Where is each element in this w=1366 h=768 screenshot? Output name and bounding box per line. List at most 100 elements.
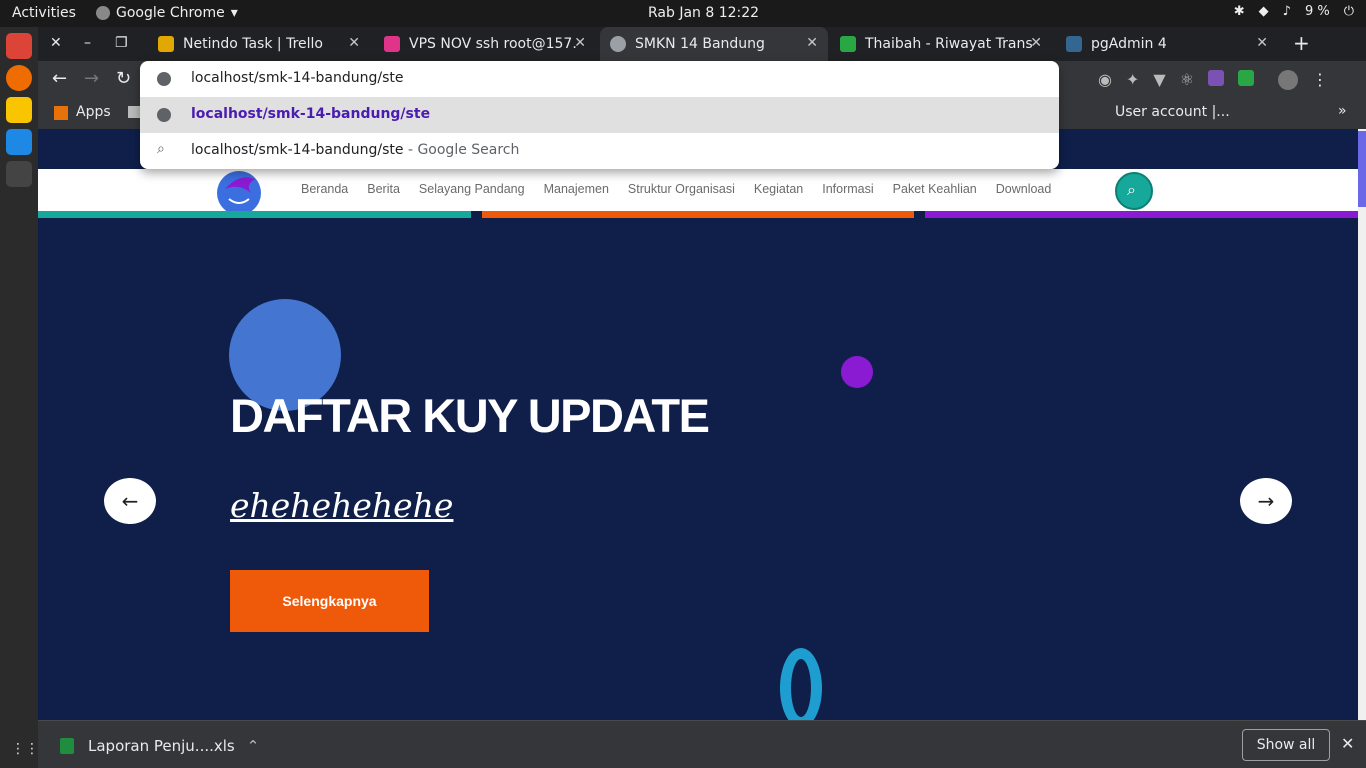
suggestion-search[interactable]: ⌕ localhost/smk-14-bandung/ste - Google … — [140, 133, 1059, 169]
tab-vps[interactable]: VPS NOV ssh root@157. ✕ — [374, 27, 596, 61]
tab-title: pgAdmin 4 — [1091, 36, 1167, 52]
tab-smkn14[interactable]: SMKN 14 Bandung ✕ — [600, 27, 828, 61]
minimize-window-icon[interactable]: – — [84, 35, 91, 51]
show-all-button[interactable]: Show all — [1242, 729, 1330, 761]
bootstrap-icon[interactable] — [1208, 70, 1225, 86]
lightbulb-dock-icon[interactable] — [6, 97, 32, 123]
search-icon: ⌕ — [157, 141, 165, 157]
tab-pgadmin[interactable]: pgAdmin 4 ✕ — [1056, 27, 1278, 61]
suggestion-suffix: - Google Search — [403, 142, 520, 158]
decorative-ring — [780, 648, 822, 720]
nav-paket-keahlian[interactable]: Paket Keahlian — [893, 182, 977, 196]
app-menu[interactable]: Google Chrome ▾ — [96, 5, 238, 21]
nav-kegiatan[interactable]: Kegiatan — [754, 182, 803, 196]
app-name: Google Chrome — [116, 5, 225, 21]
tab-thaibah[interactable]: Thaibah - Riwayat Trans ✕ — [830, 27, 1052, 61]
close-tab-icon[interactable]: ✕ — [1030, 35, 1042, 51]
tab-trello[interactable]: Netindo Task | Trello ✕ — [148, 27, 370, 61]
site-header: Beranda Berita Selayang Pandang Manajeme… — [38, 169, 1358, 211]
search-icon: ⌕ — [1127, 180, 1136, 199]
site-search-button[interactable]: ⌕ — [1115, 172, 1153, 210]
gear-icon[interactable]: ✦ — [1126, 70, 1139, 90]
close-icon[interactable]: ✕ — [1341, 734, 1354, 753]
stripe-purple — [925, 211, 1358, 218]
chevron-right-icon[interactable]: » — [1338, 103, 1347, 119]
network-icon: ◆ — [1258, 4, 1269, 19]
nav-download[interactable]: Download — [996, 182, 1052, 196]
download-filename: Laporan Penju....xls — [88, 737, 235, 755]
chrome-dock-icon[interactable] — [6, 33, 32, 59]
suggestion-text: localhost/smk-14-bandung/ste — [191, 142, 404, 158]
tab-title: Netindo Task | Trello — [183, 36, 323, 52]
avatar[interactable] — [1278, 70, 1299, 90]
scrollbar-thumb[interactable] — [1358, 131, 1366, 207]
close-tab-icon[interactable]: ✕ — [574, 35, 586, 51]
camera-icon[interactable]: ◉ — [1098, 70, 1112, 90]
terminal-dock-icon[interactable] — [6, 161, 32, 187]
hero-title: DAFTAR KUY UPDATE — [230, 389, 710, 442]
close-tab-icon[interactable]: ✕ — [348, 35, 360, 51]
stripe-orange — [482, 211, 914, 218]
vscode-dock-icon[interactable] — [6, 129, 32, 155]
power-icon: ⏻ — [1343, 4, 1354, 19]
read-more-button[interactable]: Selengkapnya — [230, 570, 429, 632]
chrome-icon — [96, 6, 110, 20]
close-tab-icon[interactable]: ✕ — [1256, 35, 1268, 51]
apps-icon — [54, 106, 68, 120]
reload-button[interactable]: ↻ — [116, 68, 131, 89]
close-tab-icon[interactable]: ✕ — [806, 35, 818, 51]
react-icon[interactable]: ⚛ — [1180, 70, 1194, 90]
nav-selayang-pandang[interactable]: Selayang Pandang — [419, 182, 525, 196]
spreadsheet-icon — [60, 738, 74, 754]
apps-bookmark[interactable]: Apps — [76, 104, 111, 120]
clock[interactable]: Rab Jan 8 12:22 — [648, 5, 759, 21]
new-tab-button[interactable]: + — [1293, 31, 1310, 55]
arrow-left-icon: ← — [121, 489, 139, 513]
prev-slide-button[interactable]: ← — [104, 478, 156, 524]
trello-icon — [158, 36, 174, 52]
close-window-icon[interactable]: ✕ — [50, 35, 62, 51]
user-account-bookmark[interactable]: User account |... — [1115, 104, 1230, 120]
stripe-teal — [38, 211, 471, 218]
system-top-bar: Activities Google Chrome ▾ Rab Jan 8 12:… — [0, 0, 1366, 27]
nav-berita[interactable]: Berita — [367, 182, 400, 196]
cors-icon[interactable] — [1238, 70, 1255, 86]
menu-icon[interactable]: ⋮ — [1312, 70, 1328, 90]
volume-icon: ♪ — [1282, 4, 1291, 19]
forward-button[interactable]: → — [84, 68, 99, 89]
hero-slider: DAFTAR KUY UPDATE ehehehehehe Selengkapn… — [38, 218, 1358, 720]
chevron-up-icon[interactable]: ⌃ — [247, 737, 260, 755]
nav-informasi[interactable]: Informasi — [822, 182, 873, 196]
arrow-right-icon: → — [1257, 489, 1275, 513]
nav-struktur-organisasi[interactable]: Struktur Organisasi — [628, 182, 735, 196]
suggestion-text: localhost/smk-14-bandung/ste — [191, 106, 431, 122]
tab-title: Thaibah - Riwayat Trans — [865, 36, 1033, 52]
pgadmin-icon — [1066, 36, 1082, 52]
vue-icon[interactable]: ▼ — [1153, 70, 1165, 90]
main-nav: Beranda Berita Selayang Pandang Manajeme… — [301, 182, 1051, 196]
omnibox-dropdown: localhost/smk-14-bandung/ste localhost/s… — [140, 61, 1059, 169]
battery-level: 9 % — [1304, 4, 1330, 19]
download-item[interactable]: Laporan Penju....xls ⌃ — [46, 727, 268, 765]
nav-beranda[interactable]: Beranda — [301, 182, 348, 196]
omnibox-text: localhost/smk-14-bandung/ste — [191, 70, 404, 86]
globe-icon — [610, 36, 626, 52]
terminal-icon — [384, 36, 400, 52]
postman-dock-icon[interactable] — [6, 65, 32, 91]
next-slide-button[interactable]: → — [1240, 478, 1292, 524]
restore-window-icon[interactable]: ❐ — [115, 35, 128, 51]
nav-manajemen[interactable]: Manajemen — [544, 182, 609, 196]
system-tray[interactable]: ✱ ◆ ♪ 9 % ⏻ — [1234, 4, 1354, 19]
school-logo[interactable] — [215, 169, 263, 211]
accessibility-icon: ✱ — [1233, 4, 1245, 19]
chevron-down-icon: ▾ — [230, 5, 238, 21]
hero-subtitle: ehehehehehe — [230, 486, 454, 525]
decorative-dot — [841, 356, 873, 388]
show-apps-icon[interactable]: ⋮⋮ — [11, 741, 39, 757]
back-button[interactable]: ← — [52, 68, 67, 89]
page-scrollbar[interactable] — [1358, 129, 1366, 720]
activities-button[interactable]: Activities — [12, 5, 76, 21]
download-shelf: Laporan Penju....xls ⌃ Show all ✕ — [38, 720, 1366, 768]
omnibox-input[interactable]: localhost/smk-14-bandung/ste — [140, 61, 1059, 97]
suggestion-url[interactable]: localhost/smk-14-bandung/ste — [140, 97, 1059, 133]
